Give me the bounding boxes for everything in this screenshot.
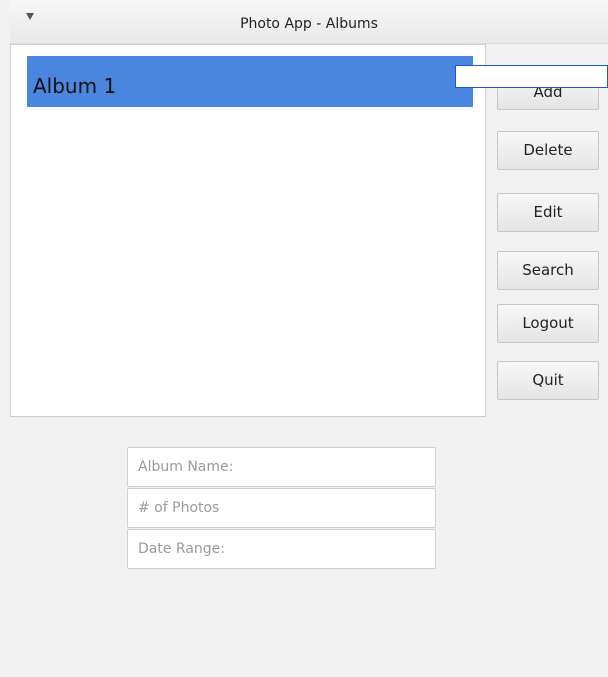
edit-button[interactable]: Edit bbox=[497, 193, 599, 232]
list-item[interactable]: Album 1 bbox=[27, 56, 473, 107]
quit-button[interactable]: Quit bbox=[497, 361, 599, 400]
album-name-label: Album 1 bbox=[33, 74, 117, 98]
logout-button[interactable]: Logout bbox=[497, 304, 599, 343]
photo-count-field[interactable] bbox=[127, 488, 436, 528]
album-list[interactable]: Album 1 bbox=[10, 44, 486, 417]
albums-window: Photo App - Albums Album 1 Add Delete Ed… bbox=[0, 0, 608, 677]
window-title: Photo App - Albums bbox=[240, 16, 378, 32]
inline-edit-box[interactable] bbox=[455, 65, 608, 88]
delete-button[interactable]: Delete bbox=[497, 131, 599, 170]
title-bar: Photo App - Albums bbox=[10, 0, 608, 44]
date-range-field[interactable] bbox=[127, 529, 436, 569]
album-name-field[interactable] bbox=[127, 447, 436, 487]
search-button[interactable]: Search bbox=[497, 251, 599, 290]
